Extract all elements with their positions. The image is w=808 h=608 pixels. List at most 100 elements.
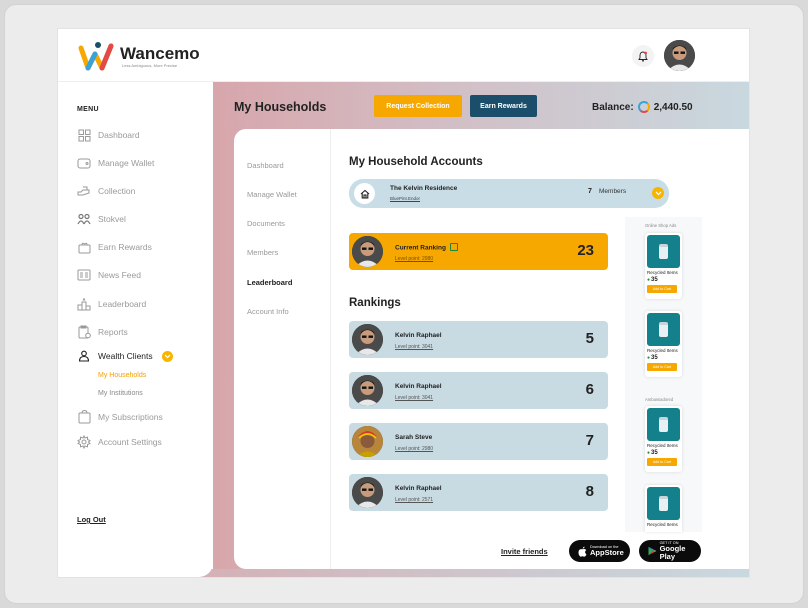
brand-tagline: Less Ambiguous, More Precise: [122, 63, 178, 68]
avatar: [352, 375, 383, 406]
ad-card[interactable]: Recycled Items ●35 Add to Cart: [645, 311, 682, 377]
ranking-name: Kelvin Raphael: [395, 332, 442, 339]
household-name: The Kelvin Residence: [390, 185, 458, 192]
google-play-text: GET IT ON Google Play: [660, 541, 701, 561]
ad-card[interactable]: Recycled Items ●35 Add to Cart: [645, 406, 682, 472]
ads-column: Online Shop Ads Recycled Items ●35 Add t…: [625, 217, 702, 532]
sidebar-item-label: Reports: [98, 327, 128, 337]
product-image: [647, 487, 680, 520]
chevron-down-icon[interactable]: [652, 187, 664, 199]
sidebar-item-account-settings[interactable]: Account Settings: [77, 434, 162, 450]
sidebar-item-label: My Subscriptions: [98, 412, 163, 422]
level-points: Level point: 3041: [395, 344, 434, 350]
app-store-button[interactable]: Download on the AppStore: [569, 540, 630, 562]
sidebar-item-label: Account Settings: [98, 437, 162, 447]
ad-price: ●35: [647, 355, 658, 361]
sidebar-item-dashboard[interactable]: Dashboard: [77, 127, 140, 143]
ranking-row[interactable]: Kelvin Raphael Level point: 3041 5: [349, 321, 608, 358]
coin-icon: ●: [647, 450, 651, 456]
sidebar-item-collection[interactable]: Collection: [77, 183, 135, 199]
current-ranking-label: Current Ranking: [395, 243, 458, 252]
balance-value: 2,440.50: [653, 101, 693, 113]
coin-icon: ●: [647, 355, 651, 361]
invite-friends-link[interactable]: Invite friends: [501, 547, 548, 556]
ad-price: ●35: [647, 450, 658, 456]
current-ranking-card: Current Ranking Level point: 2980 23: [349, 233, 608, 270]
subnav-leaderboard[interactable]: Leaderboard: [247, 278, 292, 287]
sidebar-item-news-feed[interactable]: News Feed: [77, 267, 141, 283]
household-account-card[interactable]: The Kelvin Residence BluePint.Endor 7 Me…: [349, 179, 669, 208]
subnav-documents[interactable]: Documents: [247, 219, 285, 228]
avatar: [352, 477, 383, 508]
sidebar-item-earn-rewards[interactable]: Earn Rewards: [77, 239, 152, 255]
sidebar-item-manage-wallet[interactable]: Manage Wallet: [77, 155, 154, 171]
ad-card[interactable]: Recycled Items: [645, 485, 682, 532]
sidebar-item-label: Stokvel: [98, 214, 126, 224]
level-points: Level point: 2980: [395, 446, 434, 452]
ranking-row[interactable]: Sarah Steve Level point: 2980 7: [349, 423, 608, 460]
sidebar-item-label: Collection: [98, 186, 136, 196]
logout-link[interactable]: Log Out: [77, 515, 106, 524]
app-window: Wancemo Less Ambiguous, More Precise MEN…: [58, 29, 749, 577]
sidebar-item-label: Earn Rewards: [98, 242, 152, 252]
ad-price-value: 35: [651, 355, 658, 361]
ad-title: Recycled Items: [647, 522, 678, 527]
notification-bell-icon[interactable]: [632, 45, 654, 67]
sidebar-item-label: News Feed: [98, 270, 141, 280]
request-collection-button[interactable]: Request Collection: [374, 95, 462, 117]
user-avatar[interactable]: [664, 40, 695, 71]
sidebar-item-my-subscriptions[interactable]: My Subscriptions: [77, 409, 163, 425]
sidebar-item-reports[interactable]: Reports: [77, 324, 128, 340]
ranking-name: Kelvin Raphael: [395, 383, 442, 390]
rank-number: 8: [585, 483, 594, 500]
ranking-name: Kelvin Raphael: [395, 485, 442, 492]
add-to-cart-button[interactable]: Add to Cart: [647, 458, 677, 466]
ad-title: Recycled Items: [647, 348, 678, 353]
subnav-dashboard[interactable]: Dashboard: [247, 161, 284, 170]
sidebar-subitem-my-households[interactable]: My Households: [98, 372, 146, 379]
subnav-divider: [330, 129, 331, 569]
ad-price: ●35: [647, 277, 658, 283]
add-to-cart-button[interactable]: Add to Cart: [647, 363, 677, 371]
subnav-manage-wallet[interactable]: Manage Wallet: [247, 190, 297, 199]
sidebar-subitem-my-institutions[interactable]: My Institutions: [98, 390, 143, 397]
google-play-button[interactable]: GET IT ON Google Play: [639, 540, 701, 562]
sidebar-item-stokvel[interactable]: Stokvel: [77, 211, 126, 227]
balance-display: Balance: 2,440.50: [592, 101, 693, 113]
top-bar: Wancemo Less Ambiguous, More Precise: [58, 29, 749, 82]
sidebar: MENU Dashboard Manage Wallet Collection …: [58, 82, 213, 577]
product-image: [647, 408, 680, 441]
subnav-members[interactable]: Members: [247, 248, 278, 257]
level-points: Level point: 3041: [395, 395, 434, 401]
chevron-down-icon[interactable]: [161, 350, 173, 362]
household-code[interactable]: BluePint.Endor: [390, 196, 420, 201]
ad-card[interactable]: Recycled Items ●35 Add to Cart: [645, 233, 682, 299]
gear-icon: [77, 435, 91, 449]
news-icon: [77, 268, 91, 282]
sidebar-item-wealth-clients[interactable]: Wealth Clients: [77, 348, 173, 364]
sidebar-item-label: Wealth Clients: [98, 351, 153, 361]
app-store-big: AppStore: [590, 548, 624, 557]
household-members-label: Members: [599, 188, 627, 195]
add-to-cart-button[interactable]: Add to Cart: [647, 285, 677, 293]
ranking-name: Sarah Steve: [395, 434, 433, 441]
earn-rewards-button[interactable]: Earn Rewards: [470, 95, 537, 117]
group-icon: [77, 212, 91, 226]
sidebar-item-leaderboard[interactable]: Leaderboard: [77, 296, 146, 312]
current-ranking-text: Current Ranking: [395, 244, 446, 252]
report-icon: [77, 325, 91, 339]
household-accounts-heading: My Household Accounts: [349, 156, 483, 168]
rankings-heading: Rankings: [349, 297, 401, 309]
product-image: [647, 235, 680, 268]
home-icon: [354, 183, 375, 204]
page-title: My Households: [234, 100, 327, 114]
balance-label: Balance:: [592, 101, 634, 113]
subnav-account-info[interactable]: Account Info: [247, 307, 289, 316]
rank-number: 5: [585, 330, 594, 347]
level-points: Level point: 2980: [395, 256, 434, 262]
product-image: [647, 313, 680, 346]
ranking-row[interactable]: Kelvin Raphael Level point: 2571 8: [349, 474, 608, 511]
ranking-row[interactable]: Kelvin Raphael Level point: 3041 6: [349, 372, 608, 409]
rank-number: 7: [585, 432, 594, 449]
grid-icon: [77, 128, 91, 142]
